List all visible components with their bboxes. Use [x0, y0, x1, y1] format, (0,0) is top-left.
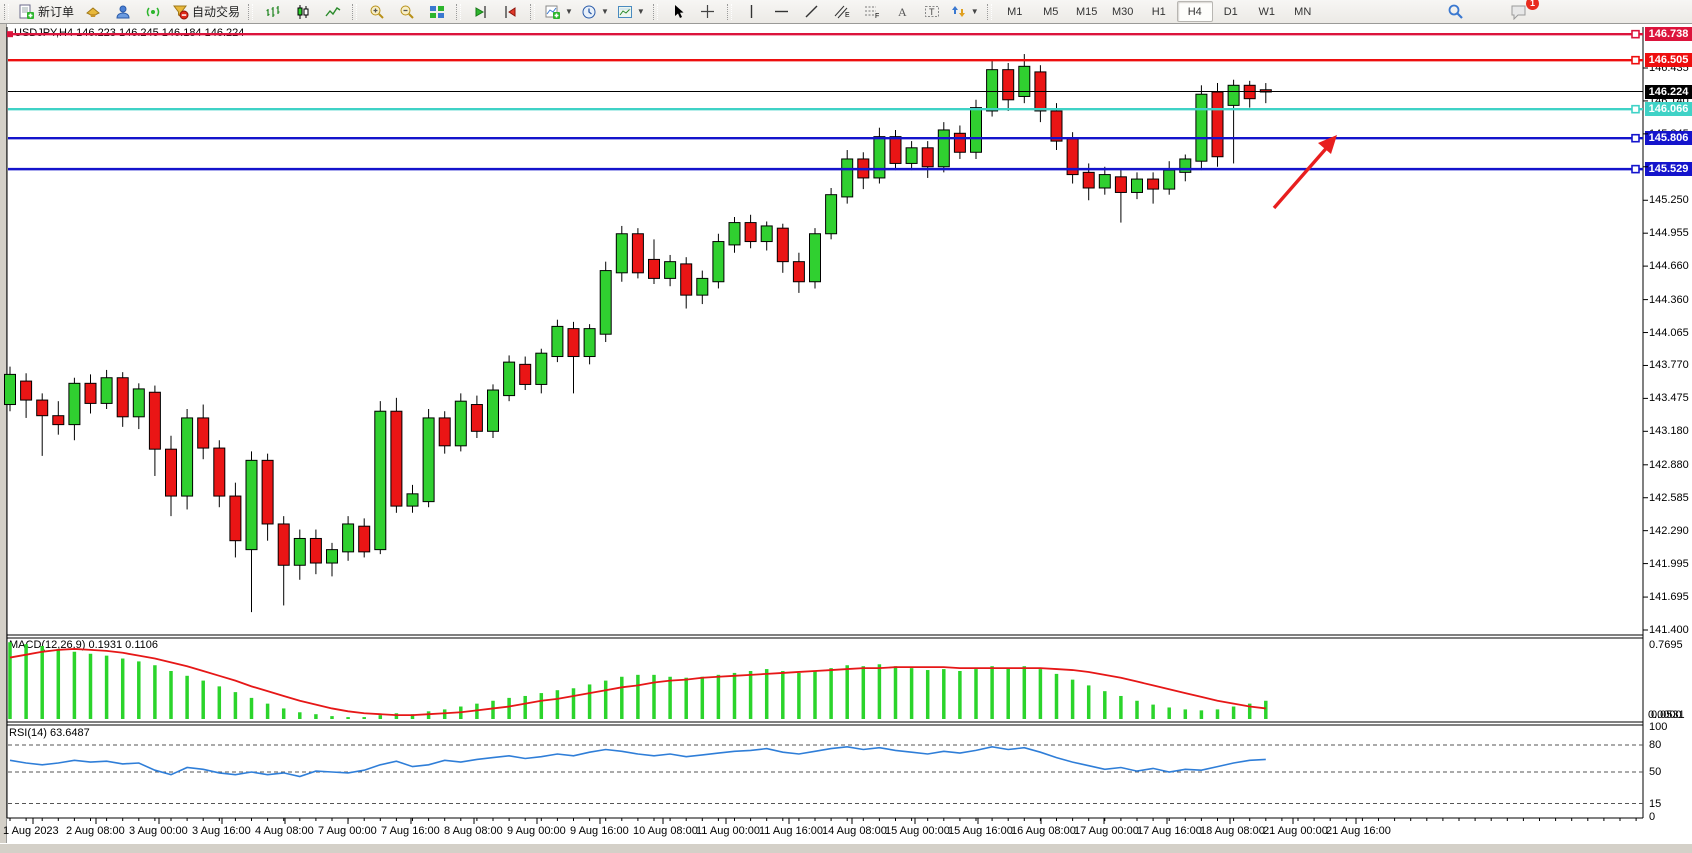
rsi-scale-label: 100: [1649, 721, 1667, 733]
date-label: 9 Aug 16:00: [570, 825, 629, 837]
date-label: 10 Aug 08:00: [633, 825, 698, 837]
macd-scale-top: 0.7695: [1649, 639, 1683, 651]
rsi-scale-label: 15: [1649, 798, 1661, 810]
price-tick-label: 142.585: [1649, 492, 1689, 504]
chart-labels-layer: USDJPY,H4 146.223 146.245 146.184 146.22…: [0, 0, 1692, 853]
rsi-value: 63.6487: [50, 727, 90, 739]
date-label: 9 Aug 00:00: [507, 825, 566, 837]
price-tick-label: 145.250: [1649, 194, 1689, 206]
price-line-label[interactable]: 145.806: [1645, 131, 1692, 145]
price-line-label[interactable]: 146.066: [1645, 102, 1692, 116]
date-label: 3 Aug 16:00: [192, 825, 251, 837]
date-label: 4 Aug 08:00: [255, 825, 314, 837]
date-label: 15 Aug 00:00: [885, 825, 950, 837]
price-tick-label: 142.880: [1649, 459, 1689, 471]
price-tick-label: 141.400: [1649, 624, 1689, 636]
date-label: 21 Aug 16:00: [1326, 825, 1391, 837]
price-tick-label: 143.180: [1649, 425, 1689, 437]
price-tick-label: 143.770: [1649, 359, 1689, 371]
date-label: 15 Aug 16:00: [948, 825, 1013, 837]
price-line-label[interactable]: 146.738: [1645, 27, 1692, 41]
date-label: 17 Aug 16:00: [1137, 825, 1202, 837]
price-tick-label: 143.475: [1649, 392, 1689, 404]
date-label: 18 Aug 08:00: [1200, 825, 1265, 837]
rsi-scale-label: 0: [1649, 811, 1655, 823]
date-label: 11 Aug 16:00: [759, 825, 823, 837]
date-label: 7 Aug 00:00: [318, 825, 377, 837]
date-label: 2 Aug 08:00: [66, 825, 125, 837]
macd-scale-bottom: 0.0531: [1651, 709, 1685, 721]
date-label: 17 Aug 00:00: [1074, 825, 1139, 837]
current-price-label: 146.224: [1645, 85, 1692, 99]
date-label: 3 Aug 00:00: [129, 825, 188, 837]
price-tick-label: 141.695: [1649, 591, 1689, 603]
rsi-scale-label: 80: [1649, 739, 1661, 751]
rsi-indicator-label: RSI(14) 63.6487: [9, 727, 90, 739]
date-label: 11 Aug 00:00: [696, 825, 760, 837]
macd-indicator-label: MACD(12,26,9) 0.1931 0.1106: [9, 639, 158, 651]
price-tick-label: 144.955: [1649, 227, 1689, 239]
rsi-name: RSI(14): [9, 727, 47, 739]
date-label: 1 Aug 2023: [3, 825, 59, 837]
macd-name: MACD(12,26,9): [9, 639, 85, 651]
rsi-scale-label: 50: [1649, 766, 1661, 778]
price-line-label[interactable]: 145.529: [1645, 162, 1692, 176]
date-label: 7 Aug 16:00: [381, 825, 440, 837]
macd-values: 0.1931 0.1106: [88, 639, 158, 651]
chart-symbol-title: USDJPY,H4 146.223 146.245 146.184 146.22…: [14, 27, 244, 39]
price-tick-label: 144.065: [1649, 327, 1689, 339]
price-tick-label: 144.360: [1649, 294, 1689, 306]
date-label: 8 Aug 08:00: [444, 825, 503, 837]
date-label: 21 Aug 00:00: [1263, 825, 1328, 837]
mt4-window: 新订单 自动交易: [0, 0, 1692, 853]
date-label: 16 Aug 08:00: [1011, 825, 1076, 837]
price-line-label[interactable]: 146.505: [1645, 53, 1692, 67]
price-tick-label: 144.660: [1649, 260, 1689, 272]
price-tick-label: 141.995: [1649, 558, 1689, 570]
date-label: 14 Aug 08:00: [822, 825, 887, 837]
price-tick-label: 142.290: [1649, 525, 1689, 537]
